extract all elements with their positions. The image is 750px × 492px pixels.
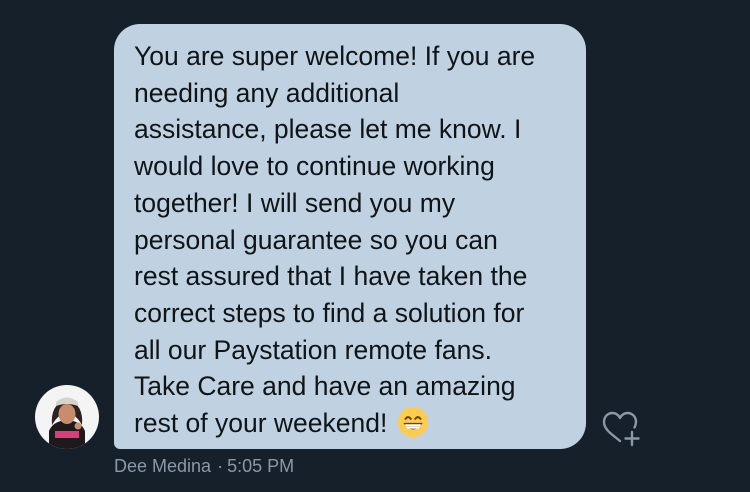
message-bubble: You are super welcome! If you are needin… [114, 24, 586, 449]
meta-separator: · [217, 456, 224, 476]
message-line: needing any additional [134, 77, 400, 108]
message-line: correct steps to find a solution for [134, 297, 525, 328]
message-line: rest assured that I have taken the [134, 261, 528, 292]
message-line: would love to continue working [134, 151, 495, 182]
message-time: 5:05 PM [227, 456, 295, 476]
like-button[interactable] [601, 410, 643, 450]
message-line: personal guarantee so you can [134, 224, 498, 255]
message-line: Take Care and have an amazing [134, 371, 516, 402]
message-line-last: rest of your weekend! [134, 405, 568, 448]
message-line: together! I will send you my [134, 187, 456, 218]
sender-avatar[interactable] [35, 385, 99, 449]
grinning-face-emoji-icon [397, 406, 429, 448]
sender-name: Dee Medina [114, 456, 212, 476]
message-line: assistance, please let me know. I [134, 114, 522, 145]
message-line: You are super welcome! If you are [134, 41, 536, 71]
message-meta: Dee Medina · 5:05 PM [114, 456, 294, 477]
heart-plus-icon [602, 411, 640, 447]
message-line-text: rest of your weekend! [134, 408, 388, 439]
message-line: all our Paystation remote fans. [134, 334, 492, 365]
